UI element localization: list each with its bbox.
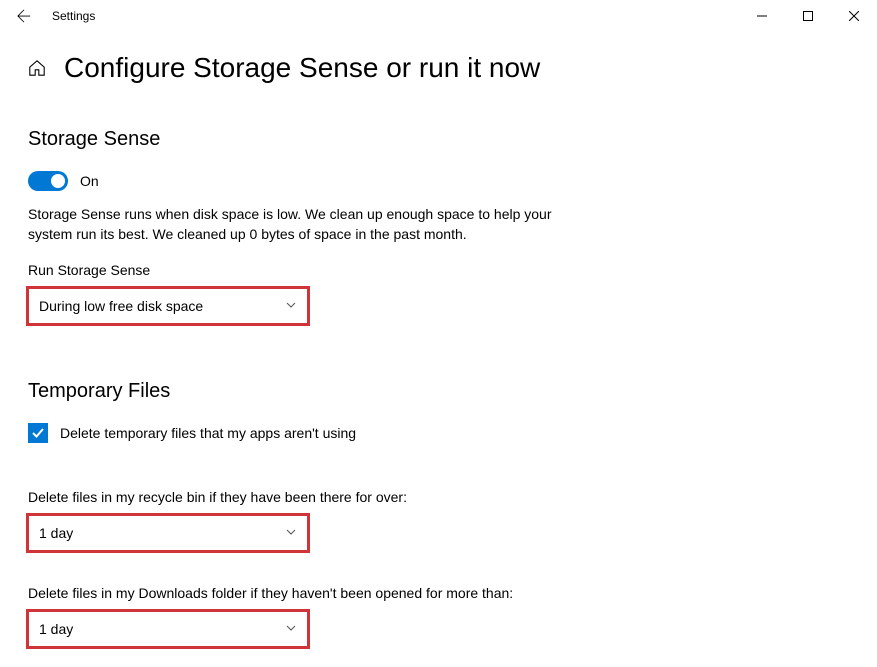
recycle-bin-value: 1 day bbox=[39, 525, 73, 541]
window-title: Settings bbox=[52, 9, 95, 23]
home-button[interactable] bbox=[28, 59, 46, 77]
storage-sense-description: Storage Sense runs when disk space is lo… bbox=[28, 205, 588, 244]
minimize-icon bbox=[757, 11, 767, 21]
maximize-icon bbox=[803, 11, 813, 21]
downloads-label: Delete files in my Downloads folder if t… bbox=[28, 585, 849, 601]
temporary-files-section-title: Temporary Files bbox=[28, 380, 849, 403]
run-storage-sense-select[interactable]: During low free disk space bbox=[28, 288, 308, 324]
content-area: Configure Storage Sense or run it now St… bbox=[0, 32, 877, 667]
run-storage-sense-value: During low free disk space bbox=[39, 298, 203, 314]
chevron-down-icon bbox=[285, 299, 297, 314]
storage-sense-section-title: Storage Sense bbox=[28, 128, 849, 151]
run-storage-sense-label: Run Storage Sense bbox=[28, 262, 849, 278]
recycle-bin-select[interactable]: 1 day bbox=[28, 515, 308, 551]
page-header: Configure Storage Sense or run it now bbox=[28, 52, 849, 84]
storage-sense-toggle-label: On bbox=[80, 173, 99, 189]
home-icon bbox=[28, 59, 46, 77]
delete-temp-files-label: Delete temporary files that my apps aren… bbox=[60, 425, 356, 441]
minimize-button[interactable] bbox=[739, 0, 785, 32]
page-title: Configure Storage Sense or run it now bbox=[64, 52, 540, 84]
downloads-value: 1 day bbox=[39, 621, 73, 637]
chevron-down-icon bbox=[285, 526, 297, 541]
titlebar: Settings bbox=[0, 0, 877, 32]
delete-temp-files-row: Delete temporary files that my apps aren… bbox=[28, 423, 849, 443]
maximize-button[interactable] bbox=[785, 0, 831, 32]
close-button[interactable] bbox=[831, 0, 877, 32]
close-icon bbox=[849, 11, 859, 21]
back-button[interactable] bbox=[8, 0, 40, 32]
storage-sense-toggle[interactable] bbox=[28, 171, 68, 191]
storage-sense-toggle-row: On bbox=[28, 171, 849, 191]
checkmark-icon bbox=[31, 426, 45, 440]
recycle-bin-label: Delete files in my recycle bin if they h… bbox=[28, 489, 849, 505]
toggle-knob bbox=[51, 174, 65, 188]
window-controls bbox=[739, 0, 877, 32]
downloads-select[interactable]: 1 day bbox=[28, 611, 308, 647]
arrow-left-icon bbox=[17, 9, 31, 23]
chevron-down-icon bbox=[285, 622, 297, 637]
delete-temp-files-checkbox[interactable] bbox=[28, 423, 48, 443]
